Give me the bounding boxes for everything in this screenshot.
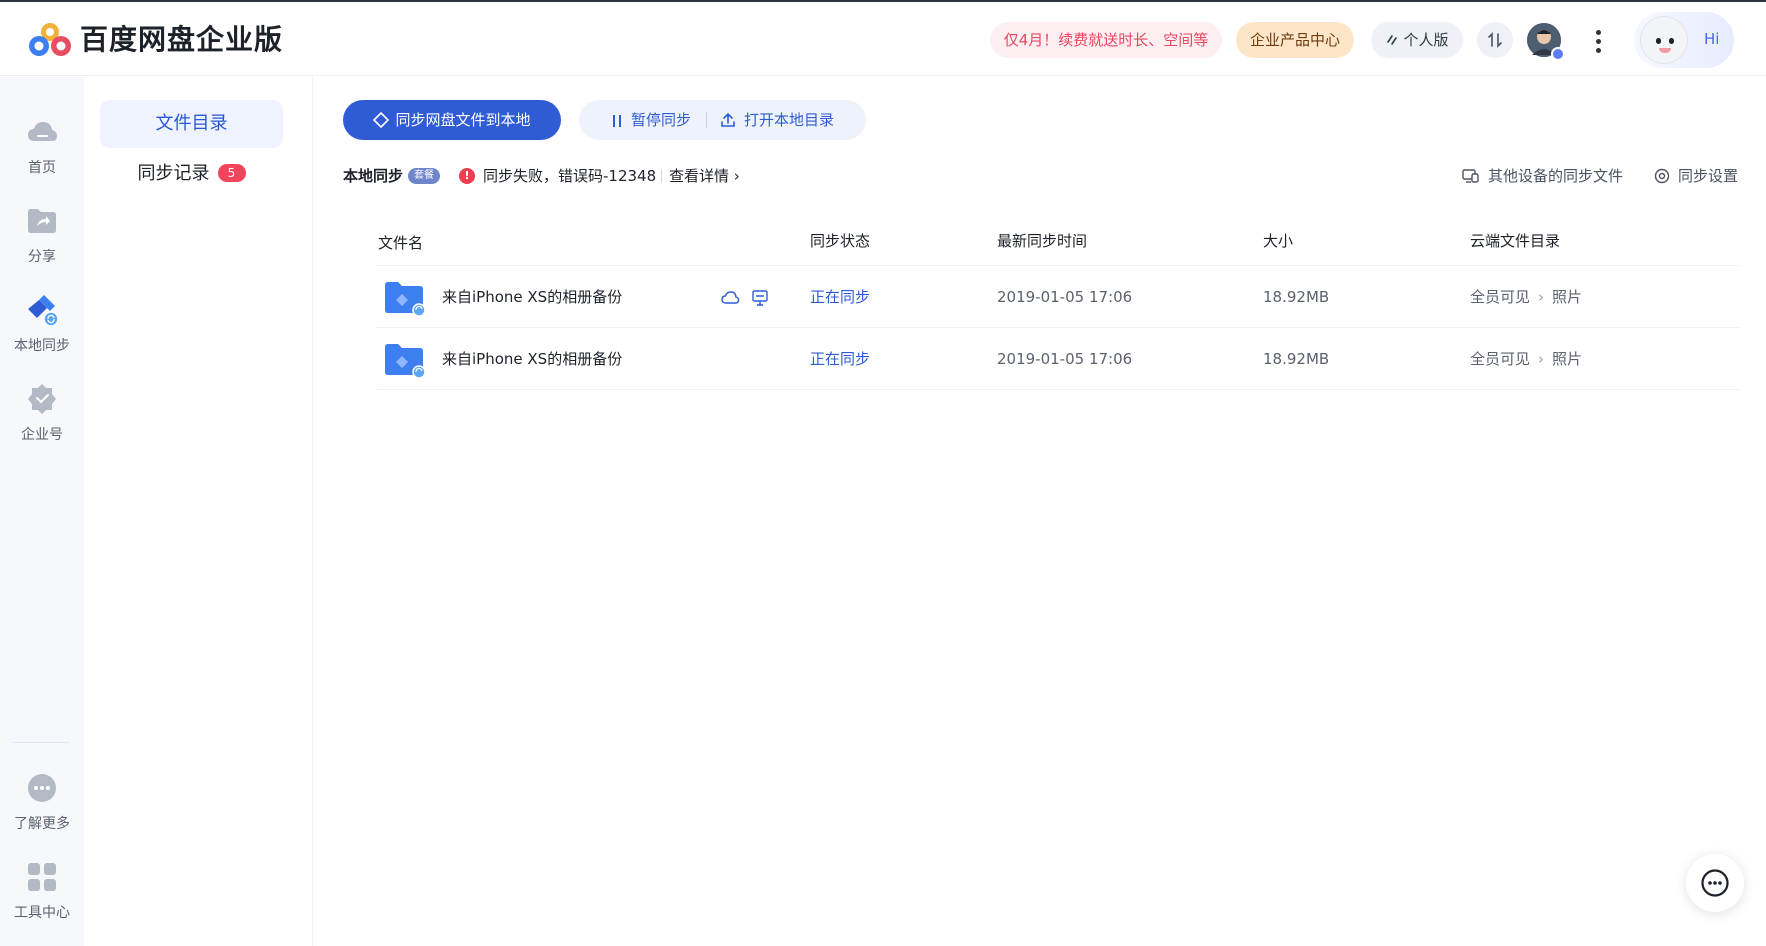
rail-item-label: 本地同步: [14, 338, 70, 354]
subnav-sync-records[interactable]: 同步记录 5: [100, 150, 283, 198]
subnav-file-directory[interactable]: 文件目录: [100, 100, 283, 148]
sync-folder-icon: [385, 344, 426, 378]
floating-chat-button[interactable]: [1686, 854, 1744, 912]
user-avatar[interactable]: [1527, 23, 1565, 61]
sync-cloud-to-local-label: 同步网盘文件到本地: [395, 111, 531, 129]
open-local-directory-button[interactable]: 打开本地目录: [720, 100, 834, 140]
top-header: 百度网盘企业版 仅4月！续费就送时长、空间等 企业产品中心 个人版 Hi: [0, 2, 1766, 76]
switch-link-icon: [1387, 35, 1398, 45]
last-sync-time: 2019-01-05 17:06: [997, 288, 1133, 306]
file-name[interactable]: 来自iPhone XS的相册备份: [442, 329, 622, 390]
view-details-link[interactable]: 查看详情 ›: [669, 165, 740, 187]
mascot-face-icon: [1640, 16, 1688, 64]
status-divider: [661, 169, 662, 183]
other-devices-label: 其他设备的同步文件: [1488, 167, 1624, 185]
devices-icon: [1462, 169, 1479, 183]
rail-item-label: 首页: [28, 160, 56, 176]
subnav-sync-records-label: 同步记录: [137, 163, 210, 184]
rail-item-tool-center[interactable]: 工具中心: [0, 860, 84, 922]
pause-icon: [613, 115, 621, 127]
more-menu-icon[interactable]: [1590, 26, 1606, 54]
cloud-directory-breadcrumb[interactable]: 全员可见 › 照片: [1470, 329, 1582, 390]
rail-item-label: 分享: [28, 249, 56, 265]
enterprise-product-center-button[interactable]: 企业产品中心: [1236, 22, 1354, 58]
sync-status: 正在同步: [810, 350, 871, 368]
file-name[interactable]: 来自iPhone XS的相册备份: [442, 267, 622, 328]
upload-tray-icon: [721, 112, 735, 127]
sync-icon: [28, 295, 59, 327]
assistant-mascot-button[interactable]: Hi: [1634, 12, 1734, 68]
baidu-netdisk-logo: [29, 23, 71, 56]
rail-item-local-sync[interactable]: 本地同步: [0, 293, 84, 355]
secondary-nav: 文件目录 同步记录 5: [84, 77, 313, 946]
rail-item-learn-more[interactable]: 了解更多: [0, 771, 84, 833]
table-row[interactable]: 来自iPhone XS的相册备份 正在同步 2019-01-05 17:06 1…: [377, 267, 1740, 328]
sync-cloud-to-local-button[interactable]: 同步网盘文件到本地: [343, 100, 561, 140]
breadcrumb-root: 全员可见: [1470, 350, 1531, 368]
app-brand: 百度网盘企业版: [80, 23, 284, 56]
row-action-icons: [720, 288, 780, 308]
up-down-arrows-icon: [1488, 32, 1502, 48]
pause-sync-button[interactable]: 暂停同步: [611, 100, 691, 140]
desktop-monitor-icon[interactable]: [750, 288, 770, 308]
apps-grid-icon: [28, 863, 56, 891]
rail-item-label: 工具中心: [14, 905, 70, 921]
button-group-divider: [706, 112, 707, 128]
column-header-status[interactable]: 同步状态: [810, 230, 870, 251]
sync-error-message: 同步失败，错误码-12348: [483, 167, 657, 185]
open-local-directory-label: 打开本地目录: [744, 111, 835, 129]
verified-badge-icon: [1551, 47, 1565, 61]
gear-icon: [1654, 168, 1670, 184]
rail-divider: [13, 742, 69, 743]
sync-diamond-icon: [373, 112, 390, 128]
chevron-right-icon: ›: [733, 167, 740, 185]
promo-banner-button[interactable]: 仅4月！续费就送时长、空间等: [990, 22, 1222, 58]
last-sync-time: 2019-01-05 17:06: [997, 350, 1133, 368]
rail-item-label: 了解更多: [14, 816, 70, 832]
plan-tag: 套餐: [408, 168, 440, 184]
view-details-label: 查看详情: [669, 167, 730, 185]
local-sync-title: 本地同步: [343, 167, 404, 185]
other-devices-sync-files-link[interactable]: 其他设备的同步文件: [1462, 165, 1623, 187]
rail-item-enterprise-account[interactable]: 企业号: [0, 382, 84, 444]
sync-actions-group: 暂停同步 打开本地目录: [579, 100, 866, 140]
rail-item-label: 企业号: [21, 427, 63, 443]
sync-settings-label: 同步设置: [1678, 167, 1739, 185]
more-icon: [28, 774, 56, 802]
rail-item-share[interactable]: 分享: [0, 204, 84, 266]
column-header-cloud-dir[interactable]: 云端文件目录: [1470, 230, 1560, 251]
pause-sync-label: 暂停同步: [631, 111, 692, 129]
cloud-icon: [28, 122, 57, 141]
sync-settings-link[interactable]: 同步设置: [1654, 165, 1738, 187]
rail-item-home[interactable]: 首页: [0, 115, 84, 177]
transfer-list-button[interactable]: [1477, 22, 1513, 58]
column-header-size[interactable]: 大小: [1263, 230, 1293, 251]
file-size: 18.92MB: [1263, 288, 1330, 306]
cloud-directory-breadcrumb[interactable]: 全员可见 › 照片: [1470, 267, 1582, 328]
verified-shield-icon: [28, 384, 56, 414]
breadcrumb-leaf: 照片: [1552, 350, 1583, 368]
cloud-outline-icon[interactable]: [720, 288, 740, 308]
mascot-greeting: Hi: [1704, 30, 1720, 48]
error-icon: !: [459, 168, 475, 184]
sync-status: 正在同步: [810, 288, 871, 306]
left-rail: 首页 分享 本地同步 企业号 了解更多 工具中心: [0, 77, 84, 946]
share-folder-icon: [28, 209, 56, 233]
column-header-time[interactable]: 最新同步时间: [997, 230, 1087, 251]
column-header-name[interactable]: 文件名: [378, 232, 423, 253]
breadcrumb-root: 全员可见: [1470, 288, 1531, 306]
sync-records-count-badge: 5: [217, 164, 246, 182]
chevron-right-icon: ›: [1538, 350, 1545, 368]
chat-bubble-icon: [1701, 869, 1729, 897]
personal-edition-button[interactable]: 个人版: [1371, 22, 1463, 58]
chevron-right-icon: ›: [1538, 288, 1545, 306]
breadcrumb-leaf: 照片: [1552, 288, 1583, 306]
table-header: 文件名 同步状态 最新同步时间 大小 云端文件目录: [377, 218, 1740, 266]
sync-folder-icon: [385, 282, 426, 316]
personal-edition-label: 个人版: [1403, 31, 1449, 49]
table-row[interactable]: 来自iPhone XS的相册备份 正在同步 2019-01-05 17:06 1…: [377, 329, 1740, 390]
file-size: 18.92MB: [1263, 350, 1330, 368]
